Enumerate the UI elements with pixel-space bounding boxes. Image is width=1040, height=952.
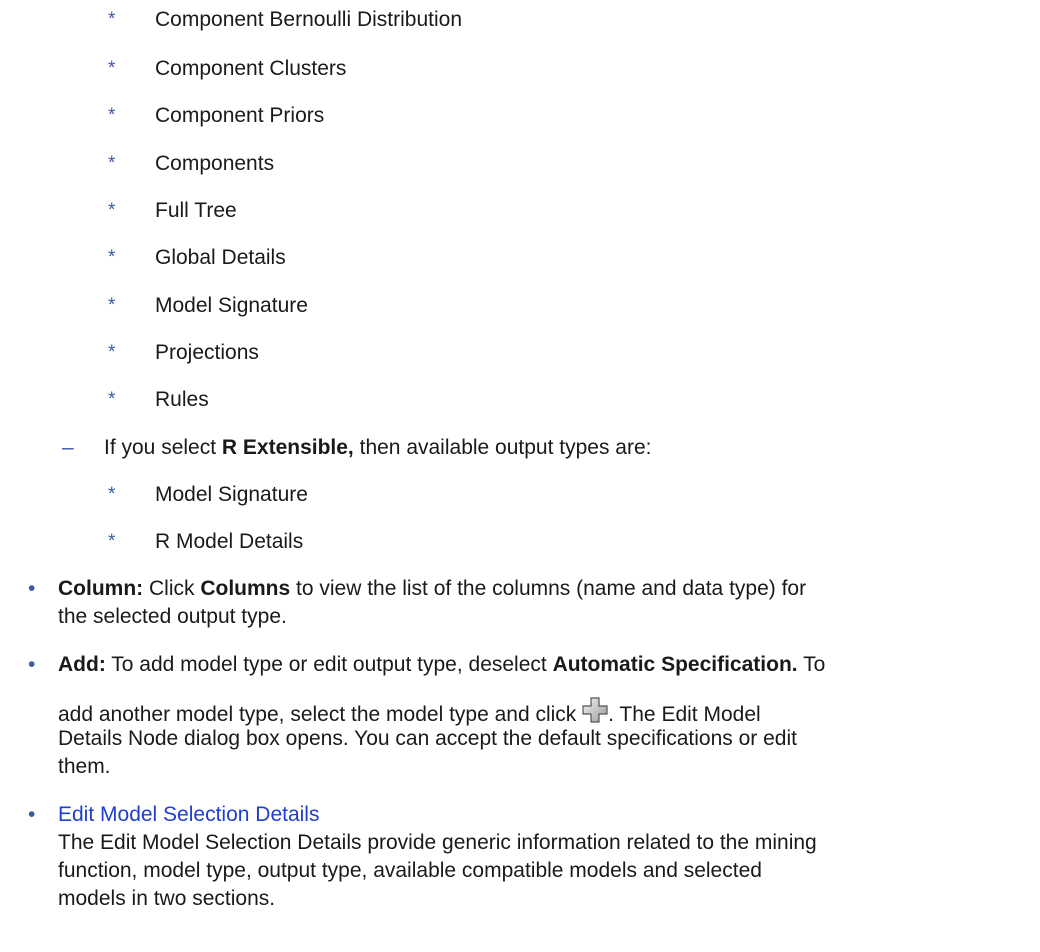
- r-extensible-bold: R Extensible,: [221, 436, 354, 459]
- automatic-specification-bold: Automatic Specification.: [552, 653, 798, 676]
- round-bullet-icon: •: [28, 803, 36, 826]
- edit-model-selection-details-link[interactable]: Edit Model Selection Details: [58, 801, 319, 829]
- column-text-line: the selected output type.: [58, 605, 287, 628]
- asterisk-bullet-icon: *: [108, 484, 116, 505]
- list-item-label: R Model Details: [155, 530, 304, 553]
- list-item-label: Components: [155, 152, 275, 175]
- dash-bullet-icon: –: [62, 436, 74, 459]
- list-item-label: Rules: [155, 388, 209, 411]
- add-label: Add:: [58, 653, 106, 676]
- asterisk-bullet-icon: *: [108, 531, 116, 552]
- asterisk-bullet-icon: *: [108, 9, 116, 30]
- edit-selection-text-line: models in two sections.: [58, 887, 276, 910]
- asterisk-bullet-icon: *: [108, 105, 116, 126]
- column-label: Column:: [58, 577, 144, 600]
- edit-selection-text-line: The Edit Model Selection Details provide…: [58, 831, 817, 854]
- r-extensible-text: If you select R Extensible, then availab…: [104, 436, 652, 459]
- list-item-label: Model Signature: [155, 483, 308, 506]
- edit-selection-text-line: function, model type, output type, avail…: [58, 859, 762, 882]
- round-bullet-icon: •: [28, 653, 36, 676]
- round-bullet-icon: •: [28, 577, 36, 600]
- column-text-line: Column: Click Columns to view the list o…: [58, 577, 807, 600]
- list-item-label: Global Details: [155, 246, 286, 269]
- asterisk-bullet-icon: *: [108, 200, 116, 221]
- add-plus-icon: [582, 697, 608, 723]
- add-text-line: them.: [58, 755, 111, 778]
- asterisk-bullet-icon: *: [108, 247, 116, 268]
- list-item-label: Component Priors: [155, 104, 325, 127]
- list-item-label: Model Signature: [155, 294, 308, 317]
- asterisk-bullet-icon: *: [108, 153, 116, 174]
- asterisk-bullet-icon: *: [108, 342, 116, 363]
- list-item-label: Component Clusters: [155, 57, 347, 80]
- asterisk-bullet-icon: *: [108, 295, 116, 316]
- asterisk-bullet-icon: *: [108, 58, 116, 79]
- columns-bold: Columns: [200, 577, 291, 600]
- asterisk-bullet-icon: *: [108, 389, 116, 410]
- add-text-line: Add: To add model type or edit output ty…: [58, 653, 826, 676]
- list-item-label: Component Bernoulli Distribution: [155, 8, 462, 31]
- list-item-label: Full Tree: [155, 199, 237, 222]
- add-text-line: Details Node dialog box opens. You can a…: [58, 727, 797, 750]
- list-item-label: Projections: [155, 341, 259, 364]
